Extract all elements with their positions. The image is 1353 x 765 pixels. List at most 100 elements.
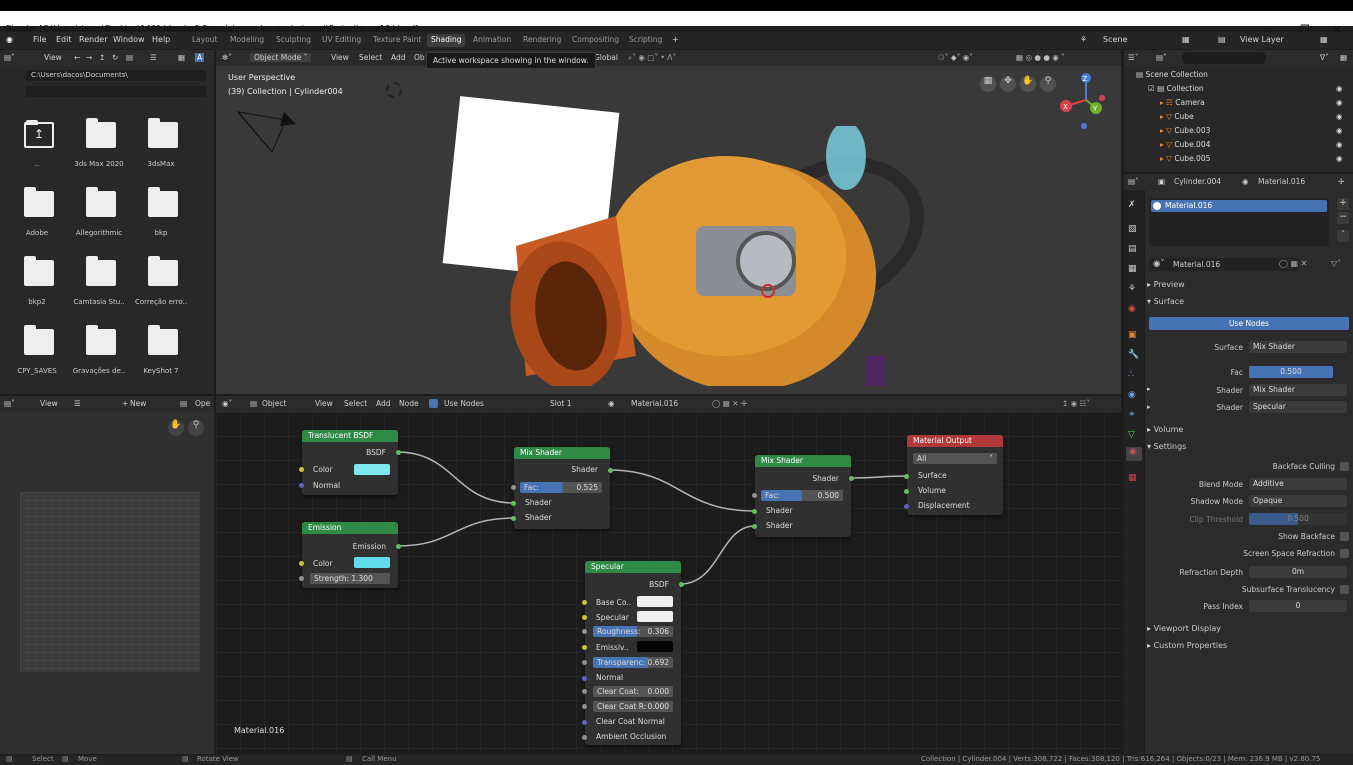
slot-specials-icon[interactable]: ˅ <box>1337 230 1349 242</box>
folder-icon[interactable] <box>148 118 178 148</box>
outliner-type-icon[interactable]: ☰˅ <box>1128 53 1138 62</box>
shader1-prop-value[interactable]: Mix Shader <box>1249 384 1347 396</box>
node-specular[interactable]: Specular BSDF Base Co.. Specular Roughne… <box>582 561 684 745</box>
mix2-fac-field[interactable]: Fac: 0.500 <box>761 490 843 501</box>
surface-panel-toggle[interactable]: ▾ Surface <box>1147 297 1184 306</box>
material-tab-icon[interactable]: ◉ <box>1126 447 1142 461</box>
visibility-eye-icon[interactable]: ◉ <box>1336 112 1343 121</box>
data-tab-icon[interactable]: ▽ <box>1128 430 1135 440</box>
output-target-dropdown[interactable]: All ˅ <box>913 453 997 464</box>
tab-sculpting[interactable]: Sculpting <box>272 34 315 47</box>
3d-cursor[interactable] <box>761 284 775 298</box>
blender-logo-icon[interactable]: ◉ <box>6 35 13 44</box>
volume-panel-toggle[interactable]: ▸ Volume <box>1147 425 1183 434</box>
nav-parent-icon[interactable]: ↥ <box>99 53 105 62</box>
specular-normal-socket[interactable] <box>582 676 587 681</box>
filename-field[interactable] <box>26 86 206 97</box>
particles-tab-icon[interactable]: ∴ <box>1128 370 1134 380</box>
tab-texture-paint[interactable]: Texture Paint <box>369 34 425 47</box>
menu-edit[interactable]: Edit <box>56 35 72 44</box>
folder-icon[interactable] <box>24 325 54 355</box>
node-editor-type-icon[interactable]: ◉˅ <box>222 399 232 408</box>
pan-hand-icon[interactable]: ✋ <box>1020 76 1036 92</box>
mix1-output-socket[interactable] <box>608 468 613 473</box>
zoom-icon[interactable]: ⚲ <box>1040 76 1056 92</box>
image-pan-icon[interactable]: ✋ <box>168 420 184 436</box>
browse-node-icon[interactable]: ▽˅ <box>1331 259 1341 268</box>
light-object-icon[interactable] <box>386 82 402 98</box>
camera-object-icon[interactable] <box>234 106 304 156</box>
folder-icon[interactable] <box>148 187 178 217</box>
specular-clearcoat-roughness-field[interactable]: Clear Coat R: 0.000 <box>593 701 673 712</box>
scene-browse-icon[interactable]: ▦ <box>1182 35 1190 44</box>
menu-file[interactable]: File <box>33 35 46 44</box>
node-mix-shader-1[interactable]: Mix Shader Shader Fac: 0.525 Shader Shade… <box>511 447 613 529</box>
mix2-shader1-socket[interactable] <box>752 509 757 514</box>
image-new-button[interactable]: New <box>130 399 146 408</box>
render-tab-icon[interactable]: ▧ <box>1128 224 1137 234</box>
pin-icon[interactable]: ✢ <box>1338 177 1344 186</box>
outliner-item[interactable]: ▸ ▽ Cube.004 <box>1160 140 1340 150</box>
node-emission[interactable]: Emission Emission Color Strength: 1.300 <box>299 522 401 588</box>
output-volume-socket[interactable] <box>904 489 909 494</box>
modifier-tab-icon[interactable]: 🔧 <box>1128 350 1139 360</box>
image-new-plus-icon[interactable]: + <box>122 399 128 408</box>
mix2-shader2-socket[interactable] <box>752 524 757 529</box>
navigation-gizmo[interactable]: Z X Y <box>1056 70 1116 130</box>
tool-tab-icon[interactable]: ✗ <box>1128 200 1136 210</box>
emission-strength-socket[interactable] <box>299 576 304 581</box>
mix1-fac-socket[interactable] <box>511 485 516 490</box>
blend-mode-dropdown[interactable]: Additive <box>1249 478 1347 490</box>
tab-layout[interactable]: Layout <box>188 34 222 47</box>
shader2-prop-value[interactable]: Specular <box>1249 401 1347 413</box>
folder-icon[interactable] <box>148 256 178 286</box>
display-thumb-icon[interactable]: ▦ <box>178 53 185 62</box>
subsurface-checkbox[interactable] <box>1340 585 1349 594</box>
folder-icon[interactable] <box>86 325 116 355</box>
specular-emissive-swatch[interactable] <box>637 641 673 652</box>
view-layer-selector[interactable]: View Layer <box>1240 35 1284 44</box>
hamburger-icon[interactable]: ☰ <box>74 399 81 408</box>
specular-specular-socket[interactable] <box>582 615 587 620</box>
tab-shading[interactable]: Shading <box>427 34 466 47</box>
sci-fi-gun-model[interactable] <box>486 126 966 386</box>
outliner-item[interactable]: ▸ ▽ Cube.003 <box>1160 126 1340 136</box>
image-editor-type-icon[interactable]: ▤˅ <box>4 399 15 408</box>
orientation-dropdown[interactable]: Global <box>594 53 618 62</box>
menu-window[interactable]: Window <box>113 35 145 44</box>
material-icon[interactable]: ◉ <box>608 399 615 408</box>
tab-modeling[interactable]: Modeling <box>226 34 268 47</box>
outliner-item[interactable]: ☑ ▤ Collection <box>1148 84 1328 94</box>
menu-render[interactable]: Render <box>79 35 107 44</box>
tab-rendering[interactable]: Rendering <box>519 34 565 47</box>
specular-clearcoat-r-socket[interactable] <box>582 704 587 709</box>
mix1-fac-field[interactable]: Fac: 0.525 <box>520 482 602 493</box>
settings-panel-toggle[interactable]: ▾ Settings <box>1147 442 1186 451</box>
properties-type-icon[interactable]: ▤˅ <box>1128 177 1139 186</box>
specular-output-socket[interactable] <box>679 582 684 587</box>
material-name-field[interactable]: Material.016 <box>631 399 678 408</box>
object-type-icon[interactable]: ▤ <box>250 399 257 408</box>
preview-panel-toggle[interactable]: ▸ Preview <box>1147 280 1185 289</box>
specular-basecolor-swatch[interactable] <box>637 596 673 607</box>
folder-icon[interactable]: ▤ <box>180 399 187 408</box>
3d-viewport[interactable]: User Perspective (39) Collection | Cylin… <box>216 52 1121 394</box>
viewport-select-menu[interactable]: Select <box>359 53 382 62</box>
snap-icon[interactable]: ⌕˅ ◉ ▢˅ • Λ˅ <box>628 53 676 63</box>
view-layer-tab-icon[interactable]: ▦ <box>1128 264 1137 274</box>
physics-tab-icon[interactable]: ◉ <box>1128 390 1136 400</box>
parent-folder-icon[interactable]: ↥ <box>24 120 54 148</box>
path-field[interactable]: C:\Users\dacos\Documents\ <box>26 70 206 81</box>
nav-forward-icon[interactable]: → <box>86 53 92 62</box>
visibility-eye-icon[interactable]: ◉ <box>1336 154 1343 163</box>
specular-transparency-field[interactable]: Transparenc: 0.692 <box>593 657 673 668</box>
tab-scripting[interactable]: Scripting <box>625 34 666 47</box>
use-nodes-checkbox[interactable] <box>429 399 438 408</box>
outliner-item[interactable]: ▸ ☶ Camera <box>1160 98 1340 108</box>
outliner-item[interactable]: ▸ ▽ Cube <box>1160 112 1340 122</box>
tab-uv-editing[interactable]: UV Editing <box>318 34 365 47</box>
folder-icon[interactable] <box>86 118 116 148</box>
slot-dropdown[interactable]: Slot 1 <box>550 399 572 408</box>
specular-clearcoat-socket[interactable] <box>582 689 587 694</box>
viewport-object-menu[interactable]: Ob <box>414 53 425 62</box>
